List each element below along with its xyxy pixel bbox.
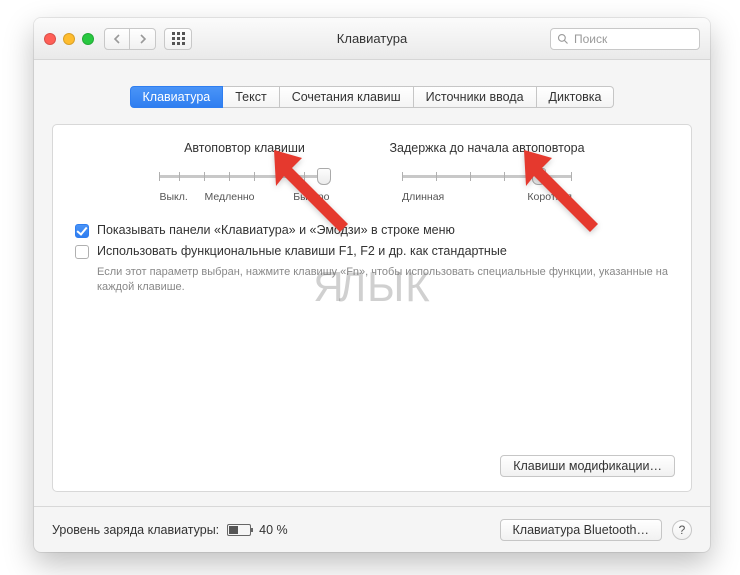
settings-panel: Автоповтор клавиши Выкл. Медленно Быстро [52, 124, 692, 492]
back-button[interactable] [104, 28, 130, 50]
tab-keyboard[interactable]: Клавиатура [130, 86, 224, 108]
content-area: Клавиатура Текст Сочетания клавиш Источн… [34, 60, 710, 506]
tab-shortcuts[interactable]: Сочетания клавиш [280, 86, 414, 108]
battery-value: 40 % [259, 523, 288, 537]
keyboard-battery: Уровень заряда клавиатуры: 40 % [52, 523, 288, 537]
tab-input-sources[interactable]: Источники ввода [414, 86, 537, 108]
delay-label: Задержка до начала автоповтора [389, 141, 584, 155]
modifier-keys-button[interactable]: Клавиши модификации… [500, 455, 675, 477]
maximize-icon[interactable] [82, 33, 94, 45]
delay-slider[interactable] [402, 167, 572, 185]
chevron-right-icon [139, 34, 147, 44]
checkbox-label: Показывать панели «Клавиатура» и «Эмодзи… [97, 223, 455, 237]
search-input[interactable]: Поиск [550, 28, 700, 50]
grid-icon [172, 32, 185, 45]
close-icon[interactable] [44, 33, 56, 45]
footer: Уровень заряда клавиатуры: 40 % Клавиату… [34, 506, 710, 552]
battery-icon [227, 524, 251, 536]
search-placeholder: Поиск [574, 32, 607, 46]
show-keyboard-viewer-row[interactable]: Показывать панели «Клавиатура» и «Эмодзи… [75, 223, 673, 238]
forward-button[interactable] [130, 28, 156, 50]
slider-thumb-icon[interactable] [317, 168, 331, 185]
tab-text[interactable]: Текст [223, 86, 279, 108]
checkbox-icon[interactable] [75, 224, 89, 238]
minimize-icon[interactable] [63, 33, 75, 45]
preferences-window: Клавиатура Поиск Клавиатура Текст Сочета… [34, 18, 710, 552]
chevron-left-icon [113, 34, 121, 44]
show-all-button[interactable] [164, 28, 192, 50]
use-fn-keys-row[interactable]: Использовать функциональные клавиши F1, … [75, 244, 673, 259]
key-repeat-slider[interactable] [159, 167, 329, 185]
titlebar: Клавиатура Поиск [34, 18, 710, 60]
slider-thumb-icon[interactable] [532, 168, 546, 185]
checkbox-label: Использовать функциональные клавиши F1, … [97, 244, 507, 258]
search-icon [557, 33, 569, 45]
key-repeat-label: Автоповтор клавиши [159, 141, 329, 155]
bluetooth-keyboard-button[interactable]: Клавиатура Bluetooth… [500, 519, 663, 541]
tab-bar: Клавиатура Текст Сочетания клавиш Источн… [52, 86, 692, 108]
back-forward [104, 28, 156, 50]
help-button[interactable]: ? [672, 520, 692, 540]
window-controls [44, 33, 94, 45]
checkbox-icon[interactable] [75, 245, 89, 259]
tab-dictation[interactable]: Диктовка [537, 86, 615, 108]
fn-hint-text: Если этот параметр выбран, нажмите клави… [97, 265, 673, 295]
key-repeat-group: Автоповтор клавиши Выкл. Медленно Быстро [159, 141, 329, 203]
delay-group: Задержка до начала автоповтора Длинная К… [389, 141, 584, 203]
battery-label: Уровень заряда клавиатуры: [52, 523, 219, 537]
